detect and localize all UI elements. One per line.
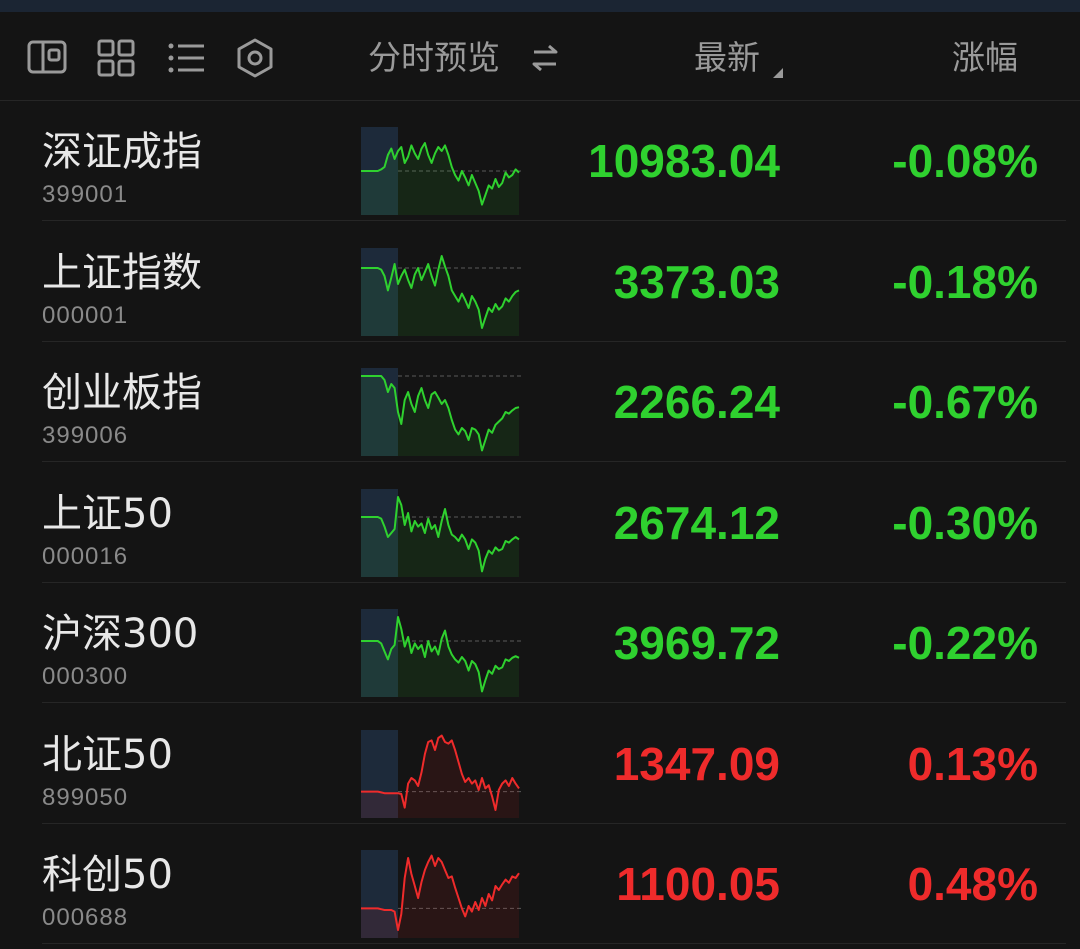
index-code: 000688 [42,904,129,931]
settings-hex-icon[interactable] [235,38,275,78]
table-row[interactable]: 上证50 000016 2674.12 -0.30% [0,463,1080,583]
row-divider [42,943,1066,944]
index-name: 上证指数 [42,250,202,296]
change-percent: 0.13% [907,738,1038,790]
grid-icon[interactable] [96,38,136,78]
table-row[interactable]: 创业板指 399006 2266.24 -0.67% [0,342,1080,462]
table-row[interactable]: 上证指数 000001 3373.03 -0.18% [0,222,1080,342]
row-divider [42,220,1066,221]
latest-price: 1100.05 [616,858,780,910]
change-percent: -0.18% [892,256,1038,308]
change-percent: -0.67% [892,376,1038,428]
column-header-preview[interactable]: 分时预览 [368,36,500,80]
intraday-sparkline[interactable] [361,609,521,697]
latest-price: 3969.72 [613,617,780,669]
index-code: 000001 [42,302,129,329]
latest-price: 10983.04 [588,135,780,187]
table-row[interactable]: 深证成指 399001 10983.04 -0.08% [0,101,1080,221]
index-name: 科创50 [42,852,173,898]
intraday-sparkline[interactable] [361,127,521,215]
column-header-change[interactable]: 涨幅 [952,36,1018,80]
index-code: 399006 [42,422,129,449]
latest-price: 2674.12 [613,497,780,549]
status-strip [0,0,1080,12]
index-name: 北证50 [42,732,173,778]
intraday-sparkline[interactable] [361,248,521,336]
change-percent: 0.48% [907,858,1038,910]
change-percent: -0.08% [892,135,1038,187]
list-header: 分时预览 最新 涨幅 [0,12,1080,101]
index-code: 399001 [42,181,129,208]
index-name: 上证50 [42,491,173,537]
index-code: 000300 [42,663,129,690]
index-name: 深证成指 [42,129,202,175]
sort-indicator-icon [773,68,783,78]
sparkline-area [361,376,519,456]
column-header-latest[interactable]: 最新 [694,36,760,80]
table-row[interactable]: 科创50 000688 1100.05 0.48% [0,824,1080,944]
intraday-sparkline[interactable] [361,489,521,577]
index-code: 000016 [42,543,129,570]
row-divider [42,702,1066,703]
change-percent: -0.22% [892,617,1038,669]
change-percent: -0.30% [892,497,1038,549]
latest-price: 1347.09 [613,738,780,790]
index-name: 创业板指 [42,370,202,416]
latest-price: 3373.03 [613,256,780,308]
index-code: 899050 [42,784,129,811]
row-divider [42,461,1066,462]
table-row[interactable]: 沪深300 000300 3969.72 -0.22% [0,583,1080,703]
swap-icon[interactable] [528,38,562,78]
layout-split-icon[interactable] [27,38,67,78]
intraday-sparkline[interactable] [361,368,521,456]
index-name: 沪深300 [42,611,199,657]
intraday-sparkline[interactable] [361,850,521,938]
table-row[interactable]: 北证50 899050 1347.09 0.13% [0,704,1080,824]
intraday-sparkline[interactable] [361,730,521,818]
latest-price: 2266.24 [613,376,780,428]
list-icon[interactable] [166,38,206,78]
